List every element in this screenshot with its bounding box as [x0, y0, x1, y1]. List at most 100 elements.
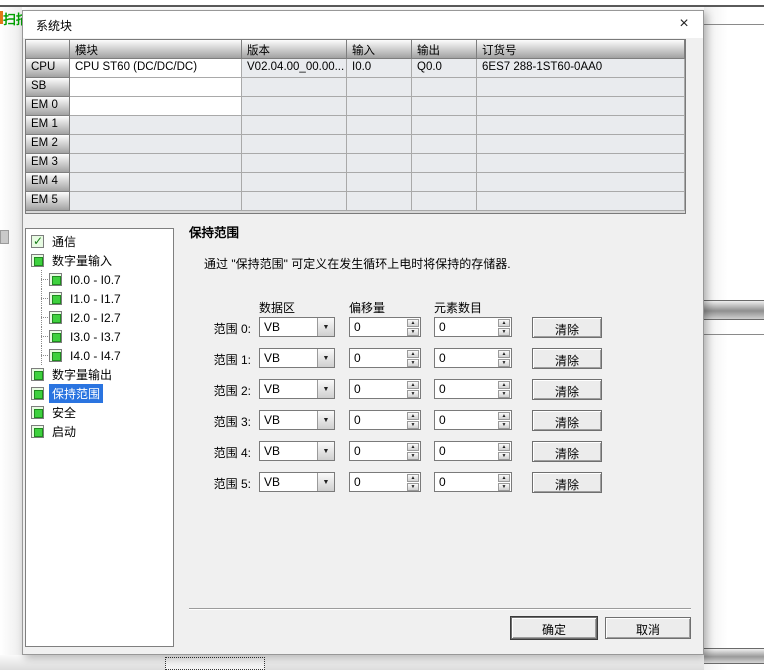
dialog-titlebar[interactable]: 系统块 × — [23, 11, 703, 38]
chevron-down-icon[interactable]: ▼ — [317, 380, 334, 398]
row-header-cell[interactable]: EM 2 — [26, 135, 70, 154]
clear-button[interactable]: 清除 — [532, 441, 602, 462]
range-label: 范围 1: — [191, 351, 251, 368]
spin-up-icon[interactable]: ▲ — [498, 350, 510, 358]
spinner-value: 0 — [435, 318, 497, 336]
spin-down-icon[interactable]: ▼ — [407, 359, 419, 367]
spin-up-icon[interactable]: ▲ — [407, 474, 419, 482]
chevron-down-icon[interactable]: ▼ — [317, 318, 334, 336]
output-cell — [412, 154, 477, 173]
spin-up-icon[interactable]: ▲ — [407, 350, 419, 358]
data-area-combobox[interactable]: VB▼ — [259, 472, 335, 492]
clear-button[interactable]: 清除 — [532, 317, 602, 338]
spin-down-icon[interactable]: ▼ — [407, 483, 419, 491]
spin-up-icon[interactable]: ▲ — [498, 412, 510, 420]
cancel-button[interactable]: 取消 — [605, 617, 691, 639]
background-network-separator — [704, 648, 764, 664]
module-cell[interactable] — [70, 78, 242, 97]
spin-down-icon[interactable]: ▼ — [498, 328, 510, 336]
offset-spinner[interactable]: 0▲▼ — [349, 317, 421, 337]
output-cell: Q0.0 — [412, 59, 477, 78]
spinner-buttons: ▲▼ — [406, 442, 420, 460]
spin-up-icon[interactable]: ▲ — [498, 319, 510, 327]
chevron-down-icon[interactable]: ▼ — [317, 442, 334, 460]
element-count-spinner[interactable]: 0▲▼ — [434, 379, 512, 399]
row-header-cell[interactable]: EM 1 — [26, 116, 70, 135]
spin-down-icon[interactable]: ▼ — [498, 483, 510, 491]
screen: 扫描 系统块 × 模块 版本 输入 输出 订货号 CPUCPU ST60 (DC… — [0, 0, 764, 670]
spin-down-icon[interactable]: ▼ — [498, 452, 510, 460]
spin-up-icon[interactable]: ▲ — [498, 443, 510, 451]
element-count-spinner[interactable]: 0▲▼ — [434, 410, 512, 430]
ok-button[interactable]: 确定 — [511, 617, 597, 639]
tree-item[interactable]: I0.0 - I0.7 — [26, 270, 173, 289]
element-count-spinner[interactable]: 0▲▼ — [434, 472, 512, 492]
tree-item[interactable]: 数字量输入 — [26, 251, 173, 270]
spinner-value: 0 — [435, 411, 497, 429]
spin-up-icon[interactable]: ▲ — [407, 319, 419, 327]
option-square-icon — [31, 254, 44, 267]
row-header-cell[interactable]: SB — [26, 78, 70, 97]
row-header-cell[interactable]: CPU — [26, 59, 70, 78]
offset-spinner[interactable]: 0▲▼ — [349, 441, 421, 461]
data-area-combobox[interactable]: VB▼ — [259, 317, 335, 337]
spin-down-icon[interactable]: ▼ — [498, 421, 510, 429]
element-count-spinner[interactable]: 0▲▼ — [434, 317, 512, 337]
element-count-spinner[interactable]: 0▲▼ — [434, 348, 512, 368]
output-cell — [412, 78, 477, 97]
data-area-combobox[interactable]: VB▼ — [259, 441, 335, 461]
row-header-cell[interactable]: EM 0 — [26, 97, 70, 116]
spinner-buttons: ▲▼ — [406, 380, 420, 398]
module-cell — [70, 135, 242, 154]
tree-item[interactable]: I1.0 - I1.7 — [26, 289, 173, 308]
module-cell — [70, 154, 242, 173]
spin-down-icon[interactable]: ▼ — [498, 390, 510, 398]
row-header-cell[interactable]: EM 3 — [26, 154, 70, 173]
spinner-buttons: ▲▼ — [497, 349, 511, 367]
offset-spinner[interactable]: 0▲▼ — [349, 472, 421, 492]
spin-up-icon[interactable]: ▲ — [407, 412, 419, 420]
clear-button[interactable]: 清除 — [532, 410, 602, 431]
offset-spinner[interactable]: 0▲▼ — [349, 348, 421, 368]
version-cell — [242, 192, 347, 211]
spin-down-icon[interactable]: ▼ — [498, 359, 510, 367]
module-cell[interactable]: CPU ST60 (DC/DC/DC) — [70, 59, 242, 78]
element-count-spinner[interactable]: 0▲▼ — [434, 441, 512, 461]
retentive-range-row: 范围 2:VB▼0▲▼0▲▼清除 — [23, 379, 705, 401]
data-area-combobox[interactable]: VB▼ — [259, 410, 335, 430]
spin-up-icon[interactable]: ▲ — [498, 474, 510, 482]
spin-down-icon[interactable]: ▼ — [407, 421, 419, 429]
column-header-version: 版本 — [242, 40, 347, 59]
clear-button[interactable]: 清除 — [532, 472, 602, 493]
chevron-down-icon[interactable]: ▼ — [317, 411, 334, 429]
tree-item-label: I1.0 - I1.7 — [67, 291, 124, 307]
offset-spinner[interactable]: 0▲▼ — [349, 410, 421, 430]
combobox-value: VB — [260, 411, 317, 429]
combobox-value: VB — [260, 349, 317, 367]
version-cell — [242, 78, 347, 97]
chevron-down-icon[interactable]: ▼ — [317, 473, 334, 491]
offset-spinner[interactable]: 0▲▼ — [349, 379, 421, 399]
close-icon[interactable]: × — [673, 13, 695, 35]
clear-button[interactable]: 清除 — [532, 348, 602, 369]
row-header-cell[interactable]: EM 5 — [26, 192, 70, 211]
spin-down-icon[interactable]: ▼ — [407, 390, 419, 398]
spin-down-icon[interactable]: ▼ — [407, 328, 419, 336]
row-header-cell[interactable]: EM 4 — [26, 173, 70, 192]
clear-button[interactable]: 清除 — [532, 379, 602, 400]
input-cell: I0.0 — [347, 59, 412, 78]
spin-up-icon[interactable]: ▲ — [407, 443, 419, 451]
tree-item[interactable]: 通信 — [26, 232, 173, 251]
version-cell — [242, 97, 347, 116]
spin-up-icon[interactable]: ▲ — [407, 381, 419, 389]
output-cell — [412, 97, 477, 116]
panel-description: 通过 "保持范围" 可定义在发生循环上电时将保持的存储器. — [204, 255, 511, 272]
data-area-combobox[interactable]: VB▼ — [259, 379, 335, 399]
spin-up-icon[interactable]: ▲ — [498, 381, 510, 389]
data-area-combobox[interactable]: VB▼ — [259, 348, 335, 368]
tree-connector — [39, 289, 49, 308]
spin-down-icon[interactable]: ▼ — [407, 452, 419, 460]
chevron-down-icon[interactable]: ▼ — [317, 349, 334, 367]
module-cell[interactable] — [70, 97, 242, 116]
spinner-value: 0 — [435, 473, 497, 491]
